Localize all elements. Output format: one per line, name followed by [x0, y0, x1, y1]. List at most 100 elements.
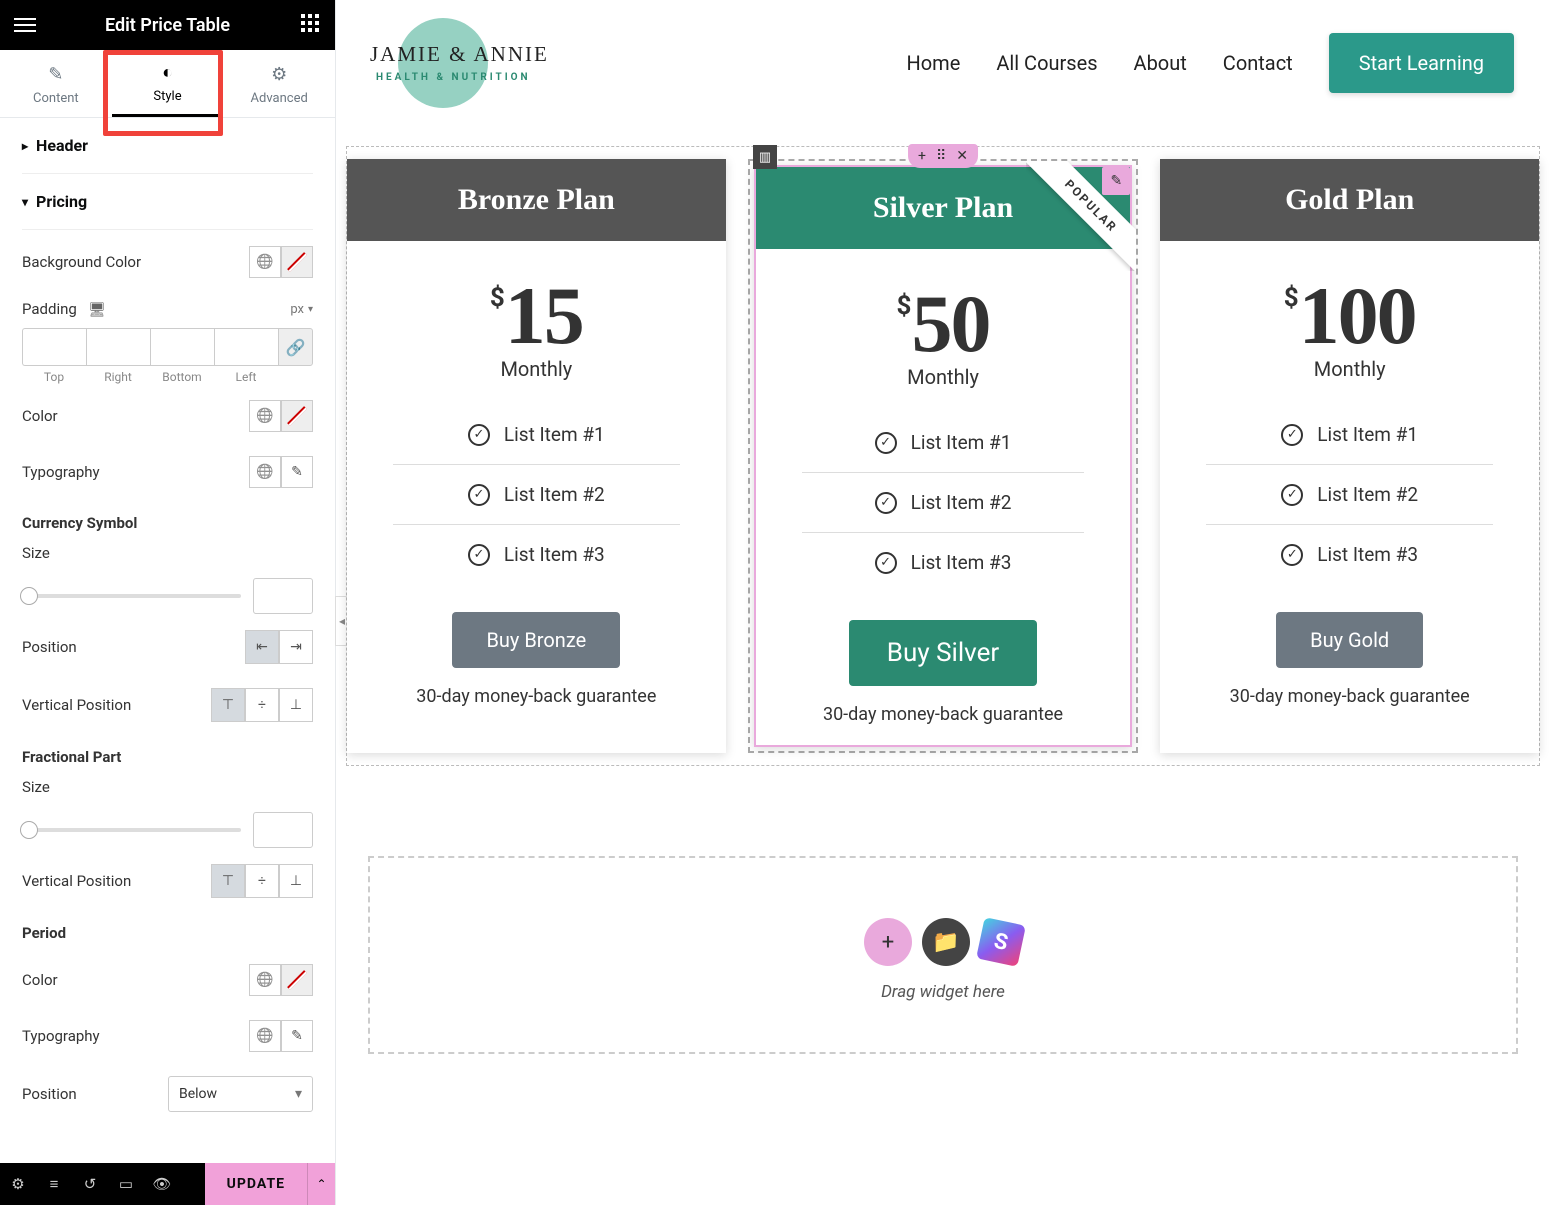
responsive-mode-icon[interactable]: ▭ — [108, 1175, 144, 1193]
feature-item: List Item #3 — [802, 533, 1085, 592]
pos-before-button[interactable]: ⇤ — [245, 630, 279, 664]
global-typography-button[interactable] — [249, 456, 281, 488]
nav-about[interactable]: About — [1134, 51, 1187, 75]
bgcolor-label: Background Color — [22, 253, 141, 271]
frac-vpos-label: Vertical Position — [22, 872, 131, 890]
tab-advanced[interactable]: ⚙ Advanced — [223, 50, 335, 117]
period-edit-typo-button[interactable] — [281, 1020, 313, 1052]
settings-icon[interactable]: ⚙ — [0, 1175, 36, 1193]
padding-sublabels: Top Right Bottom Left — [22, 366, 313, 384]
vpos-top-button[interactable]: ⊤ — [211, 688, 245, 722]
edit-typography-button[interactable] — [281, 456, 313, 488]
size-slider[interactable] — [22, 594, 241, 598]
apps-icon[interactable] — [299, 14, 321, 36]
vpos-bottom-button[interactable]: ⊥ — [279, 688, 313, 722]
frac-vpos-middle-button[interactable]: ÷ — [245, 864, 279, 898]
section-pricing[interactable]: Pricing — [22, 174, 313, 230]
price-block: $50 Monthly — [756, 249, 1131, 403]
unit-select[interactable]: px — [290, 302, 313, 317]
vpos-middle-button[interactable]: ÷ — [245, 688, 279, 722]
padding-right-input[interactable] — [86, 328, 150, 366]
plan-card-gold[interactable]: Gold Plan $100 Monthly List Item #1 List… — [1160, 159, 1539, 753]
frac-vpos-bottom-button[interactable]: ⊥ — [279, 864, 313, 898]
nav-home[interactable]: Home — [906, 51, 960, 75]
column-handle-icon[interactable]: ▥ — [753, 145, 777, 169]
vposition-label: Vertical Position — [22, 696, 131, 714]
feature-list: List Item #1 List Item #2 List Item #3 — [1160, 395, 1539, 604]
currency: $ — [897, 291, 912, 321]
update-options-button[interactable]: ⌃ — [307, 1163, 335, 1205]
folder-icon[interactable]: 📁 — [922, 918, 970, 966]
preview-icon[interactable]: 👁 — [144, 1175, 180, 1193]
size-input[interactable] — [253, 578, 313, 614]
update-button[interactable]: UPDATE — [205, 1163, 307, 1205]
drag-section-icon[interactable]: ⠿ — [936, 148, 946, 164]
history-icon[interactable]: ↺ — [72, 1175, 108, 1193]
color-none-button[interactable] — [281, 400, 313, 432]
contrast-icon: ◐ — [162, 62, 173, 83]
guarantee-text: 30-day money-back guarantee — [347, 686, 726, 727]
menu-icon[interactable] — [14, 14, 36, 36]
template-icon[interactable]: S — [976, 917, 1026, 967]
currency: $ — [1284, 283, 1299, 313]
check-icon — [468, 544, 490, 566]
check-icon — [875, 552, 897, 574]
plan-title: Bronze Plan — [347, 159, 726, 241]
check-icon — [468, 484, 490, 506]
frac-size-label: Size — [22, 778, 50, 796]
period: Monthly — [1160, 357, 1539, 381]
feature-item: List Item #2 — [1206, 465, 1493, 525]
period-position-select[interactable]: Below — [168, 1076, 313, 1112]
tab-style[interactable]: ◐ Style — [112, 50, 224, 117]
edit-widget-icon[interactable]: ✎ — [1102, 167, 1130, 195]
add-widget-icon[interactable]: + — [864, 918, 912, 966]
frac-size-input[interactable] — [253, 812, 313, 848]
check-icon — [875, 492, 897, 514]
feature-item: List Item #1 — [393, 405, 680, 465]
plan-card-silver-selected[interactable]: ✎ POPULAR Silver Plan $50 Monthly List I… — [748, 159, 1139, 753]
section-handles: + ⠿ ✕ — [908, 144, 978, 168]
site-logo[interactable]: JAMIE & ANNIE HEALTH & NUTRITION — [360, 14, 572, 112]
tab-content[interactable]: ✎ Content — [0, 50, 112, 117]
period-global-typo-button[interactable] — [249, 1020, 281, 1052]
check-icon — [1281, 424, 1303, 446]
site-header: JAMIE & ANNIE HEALTH & NUTRITION Home Al… — [336, 0, 1550, 126]
add-section-icon[interactable]: + — [918, 148, 926, 164]
pricing-row: ▥ Bronze Plan $15 Monthly List Item #1 L… — [346, 146, 1540, 766]
padding-left-input[interactable] — [214, 328, 278, 366]
check-icon — [1281, 484, 1303, 506]
editor-panel: Edit Price Table ✎ Content ◐ Style ⚙ Adv… — [0, 0, 336, 1205]
start-learning-button[interactable]: Start Learning — [1329, 33, 1514, 93]
global-color-button[interactable] — [249, 400, 281, 432]
close-section-icon[interactable]: ✕ — [956, 148, 968, 164]
drop-text: Drag widget here — [370, 982, 1516, 1002]
padding-top-input[interactable] — [22, 328, 86, 366]
link-values-button[interactable]: 🔗 — [278, 328, 313, 366]
frac-vpos-top-button[interactable]: ⊤ — [211, 864, 245, 898]
nav-contact[interactable]: Contact — [1223, 51, 1293, 75]
feature-item: List Item #2 — [393, 465, 680, 525]
responsive-icon[interactable]: 🖥 — [85, 302, 106, 318]
global-color-button[interactable] — [249, 246, 281, 278]
period-global-color-button[interactable] — [249, 964, 281, 996]
buy-button[interactable]: Buy Silver — [849, 620, 1037, 686]
buy-button[interactable]: Buy Bronze — [452, 612, 620, 668]
padding-bottom-input[interactable] — [150, 328, 214, 366]
nav-courses[interactable]: All Courses — [996, 51, 1097, 75]
navigator-icon[interactable]: ≡ — [36, 1175, 72, 1193]
pos-after-button[interactable]: ⇥ — [279, 630, 313, 664]
plan-card-bronze[interactable]: Bronze Plan $15 Monthly List Item #1 Lis… — [347, 159, 726, 753]
period: Monthly — [347, 357, 726, 381]
period-color-none-button[interactable] — [281, 964, 313, 996]
position-label: Position — [22, 638, 77, 656]
frac-size-slider[interactable] — [22, 828, 241, 832]
panel-tabs: ✎ Content ◐ Style ⚙ Advanced — [0, 50, 335, 118]
logo-text: JAMIE & ANNIE — [370, 42, 549, 67]
feature-item: List Item #3 — [393, 525, 680, 584]
drop-zone[interactable]: + 📁 S Drag widget here — [368, 856, 1518, 1054]
buy-button[interactable]: Buy Gold — [1276, 612, 1423, 668]
feature-item: List Item #2 — [802, 473, 1085, 533]
section-header[interactable]: Header — [22, 118, 313, 174]
feature-item: List Item #3 — [1206, 525, 1493, 584]
color-none-button[interactable] — [281, 246, 313, 278]
